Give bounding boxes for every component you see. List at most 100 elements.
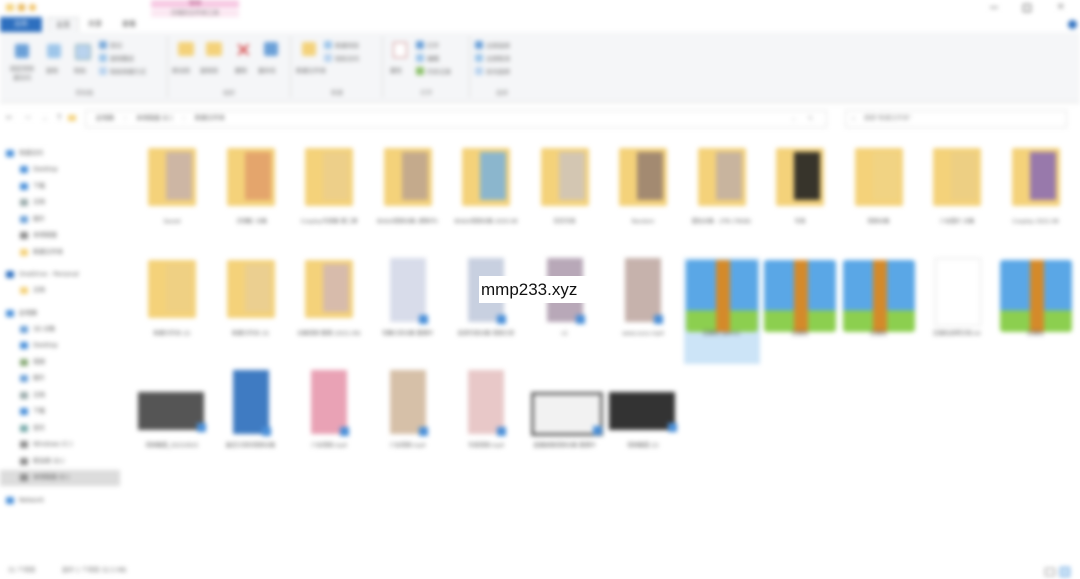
- nav-item[interactable]: 文档: [20, 283, 45, 299]
- file-item[interactable]: 新建文件夹 (2): [134, 258, 210, 364]
- nav-item[interactable]: 3D 对象: [20, 322, 55, 338]
- copy-path-button[interactable]: 复制路径: [99, 53, 161, 63]
- large-icons-view-icon[interactable]: [1060, 567, 1070, 577]
- cut-button[interactable]: 剪切: [99, 40, 161, 50]
- file-item[interactable]: 少女视频.mp4: [291, 370, 367, 476]
- file-item[interactable]: 少女图片 合集: [919, 146, 995, 252]
- file-item[interactable]: 压缩包: [762, 258, 838, 364]
- file-item[interactable]: 直播录像视频合集 整理中: [527, 370, 603, 476]
- nav-item[interactable]: 新建文件夹: [20, 245, 63, 261]
- file-item[interactable]: Cosplay写真集 第二弹: [291, 146, 367, 252]
- file-item[interactable]: 压缩包 (part1): [683, 258, 760, 364]
- save-icon[interactable]: [18, 4, 25, 11]
- file-item[interactable]: 压缩包: [998, 258, 1074, 364]
- manage-tab[interactable]: 管理: [151, 0, 239, 8]
- chevron-down-icon[interactable]: ⌄: [791, 111, 796, 127]
- nav-item[interactable]: 下载: [20, 179, 45, 195]
- copy-to-button[interactable]: 复制到: [200, 40, 226, 80]
- tab-home[interactable]: 主页: [47, 17, 79, 32]
- search-input[interactable]: ⌕ 搜索"新建文件夹": [845, 110, 1067, 128]
- close-icon[interactable]: ×: [1057, 3, 1065, 12]
- edit-button[interactable]: 编辑: [416, 53, 466, 63]
- paste-button[interactable]: 粘贴: [70, 42, 94, 82]
- nav-item[interactable]: 文档: [20, 195, 45, 211]
- file-item[interactable]: 【宅舞】合集: [213, 146, 289, 252]
- file-item[interactable]: 合集视频 整理 (2021.09): [291, 258, 367, 364]
- select-none-button[interactable]: 全部取消: [475, 53, 531, 63]
- nav-item[interactable]: OneDrive - Personal: [6, 267, 79, 283]
- maximize-icon[interactable]: [1023, 4, 1031, 12]
- breadcrumb-item[interactable]: 此电脑: [96, 115, 114, 122]
- pin-button[interactable]: 固定到快速访问: [8, 42, 36, 82]
- easy-access-button[interactable]: 轻松访问: [324, 53, 380, 63]
- history-button[interactable]: 历史记录: [416, 66, 466, 76]
- forward-icon[interactable]: →: [24, 113, 31, 123]
- breadcrumb-item[interactable]: 本地磁盘 (E:): [136, 115, 172, 122]
- file-item[interactable]: v1: [527, 258, 603, 364]
- undo-icon[interactable]: [29, 4, 36, 11]
- nav-item[interactable]: 图片: [20, 212, 45, 228]
- paste-shortcut-button[interactable]: 粘贴快捷方式: [99, 66, 165, 76]
- file-item[interactable]: Cosplay 2021.08: [998, 146, 1074, 252]
- breadcrumb-item[interactable]: 新建文件夹: [195, 115, 225, 122]
- nav-item[interactable]: Windows (C:): [20, 437, 73, 453]
- delete-button[interactable]: ✕ 删除: [232, 40, 254, 80]
- file-item[interactable]: Random: [605, 146, 681, 252]
- video-thumbnail-icon: [389, 370, 428, 436]
- download-icon: [20, 408, 28, 415]
- minimize-icon[interactable]: [990, 7, 998, 8]
- nav-item[interactable]: Desktop: [20, 162, 58, 178]
- rename-button[interactable]: 重命名: [258, 40, 286, 80]
- file-item[interactable]: 图包合集 - 2TB (78GB): [684, 146, 760, 252]
- file-item[interactable]: 压缩包说明文档.txt: [919, 258, 995, 364]
- nav-item[interactable]: Network: [6, 493, 44, 509]
- new-folder-button[interactable]: 新建文件夹: [296, 40, 326, 80]
- tab-share[interactable]: 共享: [80, 17, 110, 32]
- text-file-icon: [935, 258, 981, 326]
- file-item[interactable]: 压缩包: [841, 258, 917, 364]
- details-view-icon[interactable]: [1045, 568, 1055, 576]
- nav-item[interactable]: 图片: [20, 371, 45, 387]
- file-item[interactable]: 新建文件夹 (3): [213, 258, 289, 364]
- recent-icon[interactable]: ⌄: [42, 113, 48, 123]
- file-item[interactable]: 高清写真合集 视频分享: [448, 258, 524, 364]
- move-to-button[interactable]: 移动到: [172, 40, 198, 80]
- up-icon[interactable]: ↑: [56, 113, 63, 123]
- nav-item[interactable]: 视频: [20, 355, 45, 371]
- nav-item[interactable]: 音乐: [20, 421, 45, 437]
- folder-icon: [619, 148, 667, 206]
- new-item-button[interactable]: 新建项目: [324, 40, 380, 50]
- address-field[interactable]: 此电脑 › 本地磁盘 (E:) › 新建文件夹 ⌄ ↻: [85, 110, 827, 128]
- nav-item[interactable]: 此电脑: [6, 306, 37, 322]
- file-item[interactable]: 少女视频.mp4: [370, 370, 446, 476]
- file-item[interactable]: www.xxxx.mp4: [605, 258, 681, 364]
- file-item[interactable]: 视频截图 (2): [605, 370, 681, 476]
- file-item[interactable]: Saved: [134, 146, 210, 252]
- file-item[interactable]: 写真视频.mp4: [448, 370, 524, 476]
- nav-item[interactable]: Desktop: [20, 338, 58, 354]
- invert-selection-button[interactable]: 反向选择: [475, 66, 531, 76]
- file-item[interactable]: 宅舞分享合集 整理中: [370, 258, 446, 364]
- refresh-icon[interactable]: ↻: [808, 111, 813, 127]
- tab-file[interactable]: 文件: [0, 17, 42, 32]
- file-item[interactable]: 视频合集: [841, 146, 917, 252]
- file-item[interactable]: Bilibili视频合集 2020.08: [448, 146, 524, 252]
- help-icon[interactable]: [1068, 20, 1077, 29]
- nav-item[interactable]: 新加卷 (D:): [20, 454, 64, 470]
- nav-item[interactable]: 下载: [20, 404, 45, 420]
- properties-button[interactable]: 属性: [388, 40, 412, 80]
- nav-item[interactable]: 本地磁盘 (E:): [0, 470, 120, 486]
- open-button[interactable]: 打开: [416, 40, 466, 50]
- tab-view[interactable]: 查看: [114, 17, 144, 32]
- back-icon[interactable]: ←: [6, 113, 13, 123]
- file-item[interactable]: 写真: [762, 146, 838, 252]
- select-all-button[interactable]: 全部选择: [475, 40, 531, 50]
- file-item[interactable]: 花花写真: [527, 146, 603, 252]
- file-item[interactable]: 视频截图_20210915: [134, 370, 210, 476]
- file-item[interactable]: Bilibili视频合集 (更新中): [370, 146, 446, 252]
- nav-item[interactable]: 文档: [20, 388, 45, 404]
- copy-button[interactable]: 复制: [42, 42, 66, 82]
- file-item[interactable]: 最近分享的视频合集: [213, 370, 289, 476]
- nav-item[interactable]: 本地磁盘: [20, 228, 57, 244]
- nav-item[interactable]: 快速访问: [6, 146, 43, 162]
